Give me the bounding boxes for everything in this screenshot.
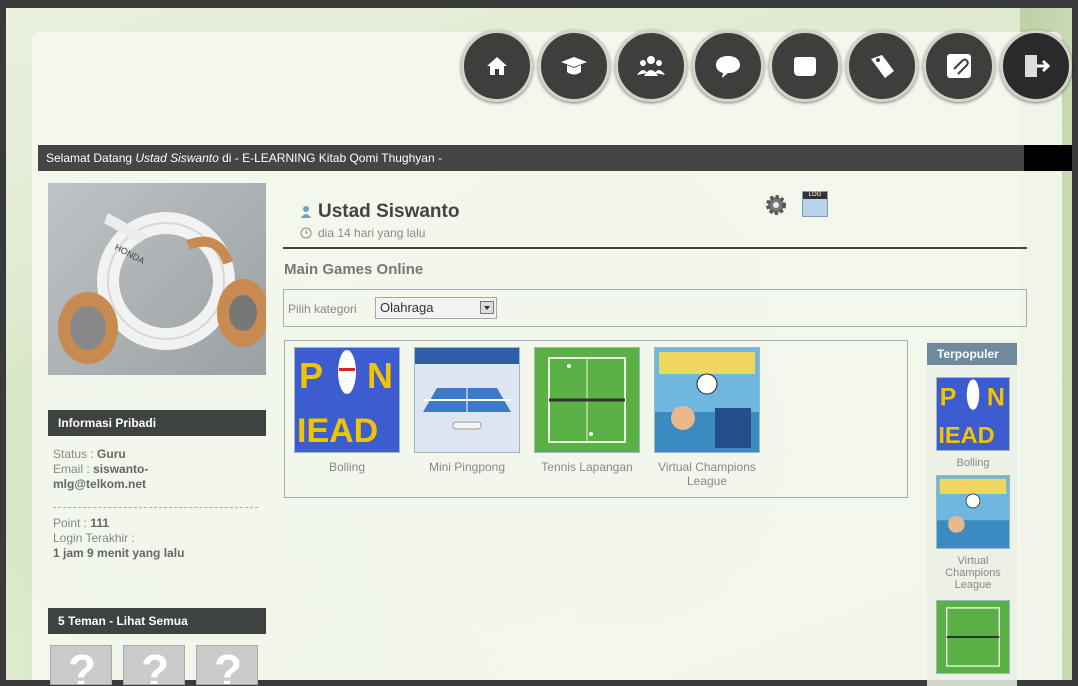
courses-button[interactable] [538,30,610,102]
email-line-2: mlg@telkom.net [53,477,146,491]
graduation-cap-icon [561,57,587,75]
login-line: 1 jam 9 menit yang lalu [53,546,184,560]
tennis-thumbnail[interactable] [534,347,640,453]
svg-text:IEAD: IEAD [297,412,378,450]
logout-button[interactable] [1000,30,1072,102]
pingpong-thumbnail[interactable] [414,347,520,453]
chat-icon [716,56,740,78]
welcome-bar: Selamat Datang Ustad Siswanto di - E-LEA… [38,145,1034,171]
header-divider [283,247,1027,249]
messages-button[interactable] [692,30,764,102]
champions-thumbnail[interactable] [936,475,1010,549]
clock-icon [300,227,312,239]
friends-title[interactable]: 5 Teman - Lihat Semua [48,608,266,634]
paperclip-icon [947,54,971,78]
logout-icon [1025,55,1051,77]
email-value-1: siswanto- [93,462,149,476]
home-button[interactable] [461,30,533,102]
popular-title: Terpopuler [927,343,1017,365]
popular-label[interactable]: Virtual Champions League [935,555,1011,591]
games-title: Main Games Online [284,261,424,278]
category-filter: Pilih kategori Olahraga [283,289,1027,327]
attachment-button[interactable] [923,30,995,102]
security-button[interactable] [769,30,841,102]
game-label[interactable]: Bolling [291,460,403,474]
welcome-prefix: Selamat Datang [46,151,136,165]
game-item[interactable]: Tennis Lapangan [531,347,643,474]
popular-label[interactable]: Bolling [935,457,1011,469]
popular-sidebar: Terpopuler P N IEAD Bolling Virtual Cham… [927,340,1017,686]
game-item[interactable]: Mini Pingpong [411,347,523,474]
user-name[interactable]: Ustad Siswanto [300,201,459,223]
status-line: Status : Guru [53,447,126,461]
game-label[interactable]: Tennis Lapangan [531,460,643,474]
game-label[interactable]: Virtual Champions League [651,460,763,488]
game-item[interactable]: P N IEAD Bolling [291,347,403,474]
svg-text:N: N [987,384,1005,412]
point-line: Point : 111 [53,516,109,530]
info-divider [53,507,258,508]
popular-item[interactable] [935,600,1011,674]
friend-avatar[interactable]: ? [50,645,112,685]
email-value-2: mlg@telkom.net [53,477,147,491]
tags-button[interactable] [846,30,918,102]
games-grid: P N IEAD Bolling Mini Pingpong Tennis La… [284,340,908,498]
bowling-thumbnail[interactable]: P N IEAD [294,347,400,453]
avatar-placeholder-glyph: ? [214,645,243,685]
game-item[interactable]: Virtual Champions League [651,347,763,488]
welcome-suffix: di - E-LEARNING Kitab Qomi Thughyan - [218,151,442,165]
point-label: Point : [53,516,91,530]
login-value-num: 1 [53,546,60,560]
category-select-value: Olahraga [380,300,434,315]
popular-item[interactable]: P N IEAD Bolling [935,377,1011,469]
status-label: Status : [53,447,98,461]
shield-icon [794,57,816,76]
user-name-text: Ustad Siswanto [318,201,460,222]
avatar-placeholder-glyph: ? [141,645,170,685]
filter-label: Pilih kategori [288,302,357,316]
svg-text:P: P [940,384,957,412]
chevron-down-icon [480,301,494,314]
svg-text:P: P [299,355,323,396]
svg-text:IEAD: IEAD [938,422,994,448]
user-icon [300,203,312,218]
login-label: Login Terakhir : [53,531,135,545]
point-value: 111 [90,516,110,530]
home-icon [487,57,507,75]
members-button[interactable] [615,30,687,102]
bowling-thumbnail[interactable]: P N IEAD [936,377,1010,451]
user-time-text: dia 14 hari yang lalu [318,226,426,240]
log-icon[interactable]: LOG [802,191,828,217]
users-icon [637,56,665,76]
tennis-thumbnail[interactable] [936,600,1010,674]
welcome-name: Ustad Siswanto [135,151,219,165]
welcome-bar-end [1024,145,1072,171]
avatar-placeholder-glyph: ? [68,645,97,685]
champions-thumbnail[interactable] [654,347,760,453]
personal-info-title: Informasi Pribadi [48,410,266,436]
profile-photo[interactable]: HONDA [48,183,266,375]
tag-icon [871,55,894,78]
friend-avatar[interactable]: ? [196,645,258,685]
popular-item[interactable]: Virtual Champions League [935,475,1011,591]
log-label: LOG [803,192,827,199]
game-label[interactable]: Mini Pingpong [411,460,523,474]
email-label: Email : [53,462,94,476]
user-time: dia 14 hari yang lalu [300,226,425,240]
scooter-photo: HONDA [58,212,266,364]
status-value: Guru [97,447,126,461]
svg-text:N: N [367,355,393,396]
email-line: Email : siswanto- [53,462,148,476]
gear-icon[interactable] [764,193,788,217]
friend-avatar[interactable]: ? [123,645,185,685]
category-select[interactable]: Olahraga [375,297,497,319]
login-value-text: jam 9 menit yang lalu [59,546,185,560]
